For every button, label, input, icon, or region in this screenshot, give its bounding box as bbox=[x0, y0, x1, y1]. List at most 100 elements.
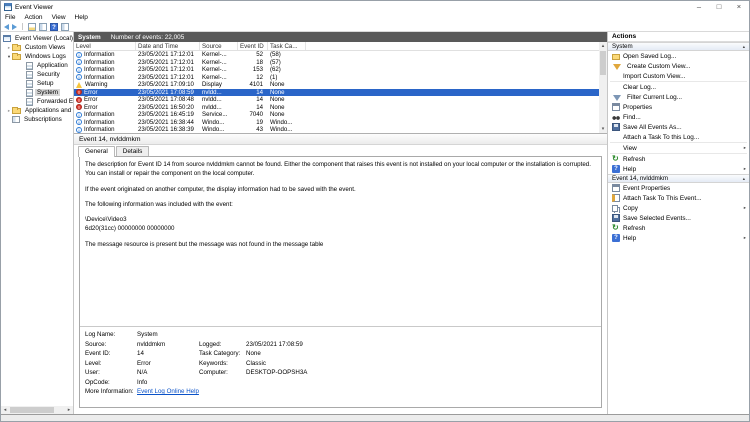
action-help[interactable]: Help▸ bbox=[608, 164, 749, 174]
action-refresh[interactable]: Refresh bbox=[608, 154, 749, 164]
tree-item-setup[interactable]: Setup bbox=[1, 79, 73, 88]
actions-section-event-14-nvlddmkm[interactable]: Event 14, nvlddmkm▴ bbox=[608, 174, 749, 183]
online-help-link[interactable]: Event Log Online Help bbox=[137, 388, 199, 395]
event-id-cell: 12 bbox=[238, 74, 268, 81]
help-icon[interactable] bbox=[50, 23, 58, 31]
action-import-custom-view[interactable]: Import Custom View... bbox=[608, 71, 749, 81]
tree-item-custom-views[interactable]: ▸Custom Views bbox=[1, 43, 73, 52]
error-icon: ! bbox=[76, 97, 82, 103]
event-row[interactable]: !Error23/05/2021 16:50:20nvldd...14None bbox=[74, 104, 599, 112]
tree-horizontal-scrollbar[interactable] bbox=[1, 406, 73, 414]
show-console-tree-icon[interactable] bbox=[28, 23, 36, 31]
field-label: Keywords: bbox=[199, 360, 246, 367]
event-row[interactable]: iInformation23/05/2021 16:45:19Service..… bbox=[74, 111, 599, 119]
tree-item-subscriptions[interactable]: Subscriptions bbox=[1, 115, 73, 124]
scroll-down-icon[interactable] bbox=[599, 125, 607, 133]
tree: Event Viewer (Local)▸Custom Views▾Window… bbox=[1, 34, 73, 124]
action-filter-current-log[interactable]: Filter Current Log... bbox=[608, 92, 749, 102]
event-row[interactable]: iInformation23/05/2021 17:12:01Kernel-..… bbox=[74, 59, 599, 67]
event-row[interactable]: iInformation23/05/2021 17:12:01Kernel-..… bbox=[74, 74, 599, 82]
action-attach-a-task-to-this-log[interactable]: Attach a Task To this Log... bbox=[608, 132, 749, 142]
minimize-button[interactable]: – bbox=[689, 1, 709, 13]
event-row[interactable]: iInformation23/05/2021 16:38:39Windo...4… bbox=[74, 126, 599, 134]
tree-item-application[interactable]: Application bbox=[1, 61, 73, 70]
action-event-properties[interactable]: Event Properties bbox=[608, 183, 749, 193]
action-label: Clear Log... bbox=[623, 84, 656, 91]
level-label: Information bbox=[84, 119, 114, 126]
datetime-cell: 23/05/2021 16:50:20 bbox=[136, 104, 200, 111]
field-row: OpCode:Info bbox=[85, 378, 596, 388]
action-properties[interactable]: Properties bbox=[608, 102, 749, 112]
column-header-task-ca[interactable]: Task Ca... bbox=[268, 42, 306, 50]
tree-item-applications-and-services-lo[interactable]: ▸Applications and Services Lo bbox=[1, 106, 73, 115]
detail-content-box: The description for Event ID 14 from sou… bbox=[79, 156, 602, 408]
toolbar bbox=[1, 22, 749, 32]
tree-item-forwarded-events[interactable]: Forwarded Events bbox=[1, 97, 73, 106]
column-header-level[interactable]: Level bbox=[74, 42, 136, 50]
console-tree-panel: Event Viewer (Local)▸Custom Views▾Window… bbox=[1, 32, 74, 414]
datetime-cell: 23/05/2021 16:38:44 bbox=[136, 119, 200, 126]
tree-item-system[interactable]: System bbox=[1, 88, 73, 97]
source-cell: Kernel-... bbox=[200, 74, 238, 81]
source-cell: Display bbox=[200, 81, 238, 88]
event-row[interactable]: iInformation23/05/2021 17:12:01Kernel-..… bbox=[74, 66, 599, 74]
action-copy[interactable]: Copy▸ bbox=[608, 203, 749, 213]
submenu-arrow-icon: ▸ bbox=[744, 145, 746, 151]
scrollbar-track[interactable] bbox=[599, 50, 607, 125]
source-cell: Kernel-... bbox=[200, 51, 238, 58]
scroll-right-icon[interactable] bbox=[65, 406, 73, 414]
event-viewer-icon bbox=[3, 35, 11, 42]
action-save-selected-events[interactable]: Save Selected Events... bbox=[608, 213, 749, 223]
action-attach-task-to-this-event[interactable]: Attach Task To This Event... bbox=[608, 193, 749, 203]
tree-item-windows-logs[interactable]: ▾Windows Logs bbox=[1, 52, 73, 61]
column-header-source[interactable]: Source bbox=[200, 42, 238, 50]
maximize-button[interactable]: □ bbox=[709, 1, 729, 13]
scrollbar-thumb[interactable] bbox=[600, 51, 606, 75]
field-value: Classic bbox=[246, 360, 596, 367]
tab-general[interactable]: General bbox=[78, 146, 115, 157]
action-clear-log[interactable]: Clear Log... bbox=[608, 82, 749, 92]
event-row[interactable]: iInformation23/05/2021 16:38:44Windo...1… bbox=[74, 119, 599, 127]
event-row[interactable]: !Error23/05/2021 17:08:48nvldd...14None bbox=[74, 96, 599, 104]
event-row[interactable]: Warning23/05/2021 17:09:10Display4101Non… bbox=[74, 81, 599, 89]
field-row: User:N/AComputer:DESKTOP-OOPSH3A bbox=[85, 368, 596, 378]
scroll-left-icon[interactable] bbox=[1, 406, 9, 414]
menu-view[interactable]: View bbox=[52, 14, 66, 21]
menu-help[interactable]: Help bbox=[75, 14, 88, 21]
source-cell: nvldd... bbox=[200, 96, 238, 103]
description-paragraph: If the event originated on another compu… bbox=[85, 185, 596, 194]
properties-icon bbox=[612, 184, 620, 192]
event-row[interactable]: iInformation23/05/2021 17:12:01Kernel-..… bbox=[74, 51, 599, 59]
close-button[interactable]: × bbox=[729, 1, 749, 13]
scroll-up-icon[interactable] bbox=[599, 42, 607, 50]
action-find[interactable]: Find... bbox=[608, 112, 749, 122]
actions-section-system[interactable]: System▴ bbox=[608, 42, 749, 51]
column-header-date-and-time[interactable]: Date and Time bbox=[136, 42, 200, 50]
event-row[interactable]: !Error23/05/2021 17:08:59nvldd...14None bbox=[74, 89, 599, 97]
forward-icon[interactable] bbox=[12, 24, 17, 30]
show-hide-pane-icon[interactable] bbox=[39, 23, 47, 31]
actions-title: Actions bbox=[608, 32, 749, 42]
action-pane-icon[interactable] bbox=[61, 23, 69, 31]
list-vertical-scrollbar[interactable] bbox=[599, 42, 607, 133]
scrollbar-track[interactable] bbox=[9, 406, 65, 414]
log-icon bbox=[26, 62, 33, 70]
field-value: DESKTOP-OOPSH3A bbox=[246, 369, 596, 376]
back-icon[interactable] bbox=[4, 24, 9, 30]
scrollbar-thumb[interactable] bbox=[10, 407, 54, 413]
level-label: Information bbox=[84, 51, 114, 58]
tab-details[interactable]: Details bbox=[116, 146, 150, 156]
task-cell: (1) bbox=[268, 74, 306, 81]
action-save-all-events-as[interactable]: Save All Events As... bbox=[608, 122, 749, 132]
action-view[interactable]: View▸ bbox=[608, 143, 749, 153]
tree-root[interactable]: Event Viewer (Local) bbox=[1, 34, 73, 43]
menu-action[interactable]: Action bbox=[24, 14, 42, 21]
menu-file[interactable]: File bbox=[5, 14, 15, 21]
field-value: Info bbox=[137, 379, 199, 386]
action-open-saved-log[interactable]: Open Saved Log... bbox=[608, 51, 749, 61]
tree-item-security[interactable]: Security bbox=[1, 70, 73, 79]
action-refresh[interactable]: Refresh bbox=[608, 223, 749, 233]
action-create-custom-view[interactable]: Create Custom View... bbox=[608, 61, 749, 71]
action-help[interactable]: Help▸ bbox=[608, 233, 749, 243]
column-header-event-id[interactable]: Event ID bbox=[238, 42, 268, 50]
